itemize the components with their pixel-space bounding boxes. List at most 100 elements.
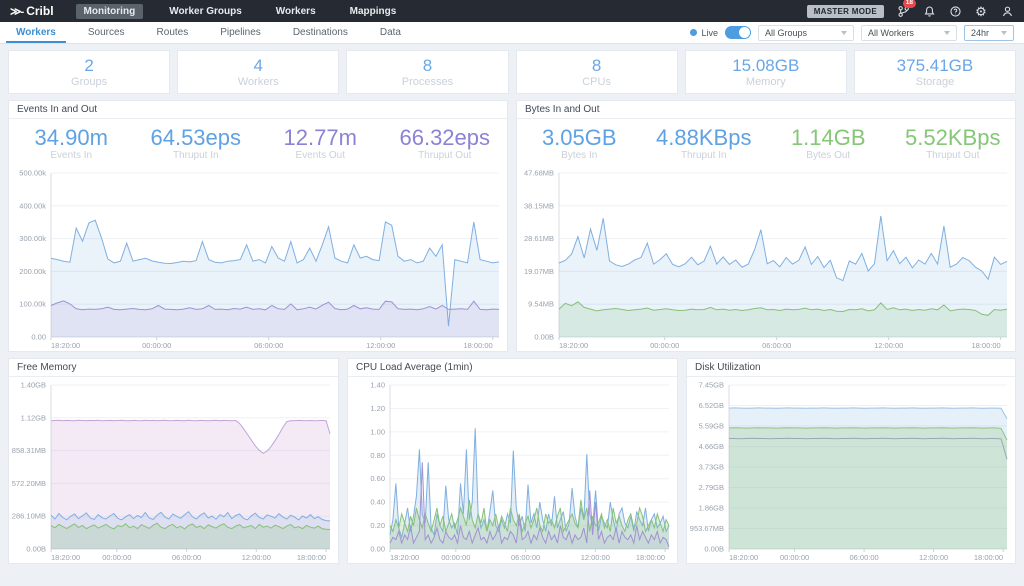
disk-utilization-chart[interactable]: 0.00B953.67MB1.86GB2.79GB3.73GB4.66GB5.5… [687,377,1015,563]
free-memory-title: Free Memory [9,359,338,377]
svg-text:18:20:00: 18:20:00 [51,553,80,562]
bytes-stats: 3.05GB Bytes In 4.88KBps Thruput In 1.14… [517,119,1015,165]
workers-value: 4 [254,56,263,76]
svg-text:38.15MB: 38.15MB [524,201,554,210]
groups-label: Groups [71,76,107,88]
monitoring-sub-navigation: Workers Sources Routes Pipelines Destina… [0,22,1024,44]
chevron-down-icon [841,31,847,35]
svg-text:00:00:00: 00:00:00 [142,341,171,350]
primary-charts-row: Events In and Out 34.90m Events In 64.53… [8,100,1016,352]
svg-text:18:00:00: 18:00:00 [297,553,326,562]
dashboard-content: 2 Groups 4 Workers 8 Processes 8 CPUs 15… [0,44,1024,564]
cpus-card: 8 CPUs [516,50,678,94]
svg-text:0.80: 0.80 [370,451,385,460]
bytes-in-label: Bytes In [517,150,642,161]
svg-text:0.20: 0.20 [370,521,385,530]
bell-icon[interactable] [922,4,936,18]
thruput-in-stat: 64.53eps Thruput In [134,126,259,161]
live-label: Live [701,28,718,38]
svg-text:0.00: 0.00 [31,333,46,342]
time-range-select[interactable]: 24hr [964,25,1014,41]
svg-text:0.40: 0.40 [370,498,385,507]
svg-text:06:00:00: 06:00:00 [511,553,540,562]
svg-text:12:00:00: 12:00:00 [919,553,948,562]
storage-value: 375.41GB [897,56,974,76]
svg-text:100.00k: 100.00k [19,300,46,309]
svg-text:0.00B: 0.00B [534,333,554,342]
live-indicator: Live [690,28,718,38]
nav-item-worker-groups[interactable]: Worker Groups [161,4,250,19]
svg-text:18:20:00: 18:20:00 [729,553,758,562]
tab-destinations[interactable]: Destinations [277,22,364,43]
svg-text:00:00:00: 00:00:00 [650,341,679,350]
bytes-thruput-in-stat: 4.88KBps Thruput In [642,126,767,161]
svg-text:0.00: 0.00 [370,545,385,554]
tab-data[interactable]: Data [364,22,417,43]
svg-text:18:20:00: 18:20:00 [51,341,80,350]
cpu-load-panel: CPU Load Average (1min) 0.000.200.400.60… [347,358,678,564]
thruput-out-label: Thruput Out [383,150,508,161]
nav-item-mappings[interactable]: Mappings [342,4,405,19]
svg-text:200.00k: 200.00k [19,267,46,276]
cpus-label: CPUs [582,76,611,88]
live-toggle[interactable] [725,26,751,39]
svg-text:18:00:00: 18:00:00 [974,553,1003,562]
tab-pipelines[interactable]: Pipelines [204,22,277,43]
events-out-label: Events Out [258,150,383,161]
events-in-out-chart[interactable]: 0.00100.00k200.00k300.00k400.00k500.00k1… [9,165,507,351]
user-icon[interactable] [1000,4,1014,18]
help-icon[interactable] [948,4,962,18]
svg-text:28.61MB: 28.61MB [524,234,554,243]
tab-routes[interactable]: Routes [141,22,205,43]
group-filter-value: All Groups [765,28,807,38]
bytes-thruput-in-value: 4.88KBps [642,126,767,150]
svg-text:12:00:00: 12:00:00 [242,553,271,562]
svg-text:2.79GB: 2.79GB [699,483,724,492]
storage-label: Storage [916,76,955,88]
events-in-out-svg: 0.00100.00k200.00k300.00k400.00k500.00k1… [9,165,507,351]
bytes-in-value: 3.05GB [517,126,642,150]
filter-controls: Live All Groups All Workers 24hr [690,25,1022,41]
tab-sources[interactable]: Sources [72,22,141,43]
svg-text:06:00:00: 06:00:00 [172,553,201,562]
events-out-value: 12.77m [258,126,383,150]
events-stats: 34.90m Events In 64.53eps Thruput In 12.… [9,119,507,165]
cpu-load-average-svg: 0.000.200.400.600.801.001.201.4018:20:00… [348,377,677,563]
master-mode-badge: MASTER MODE [807,5,884,18]
memory-card: 15.08GB Memory [685,50,847,94]
bytes-thruput-out-label: Thruput Out [891,150,1016,161]
bytes-out-stat: 1.14GB Bytes Out [766,126,891,161]
summary-cards-row: 2 Groups 4 Workers 8 Processes 8 CPUs 15… [8,50,1016,94]
bytes-in-out-panel: Bytes In and Out 3.05GB Bytes In 4.88KBp… [516,100,1016,352]
thruput-out-stat: 66.32eps Thruput Out [383,126,508,161]
thruput-in-label: Thruput In [134,150,259,161]
thruput-out-value: 66.32eps [383,126,508,150]
svg-text:300.00k: 300.00k [19,234,46,243]
group-filter-select[interactable]: All Groups [758,25,854,41]
monitoring-tabs: Workers Sources Routes Pipelines Destina… [0,22,417,43]
events-out-stat: 12.77m Events Out [258,126,383,161]
svg-text:572.20MB: 572.20MB [12,479,46,488]
events-panel-title: Events In and Out [9,101,507,119]
nav-item-workers[interactable]: Workers [268,4,324,19]
svg-text:858.31MB: 858.31MB [12,446,46,455]
svg-text:9.54MB: 9.54MB [528,300,554,309]
svg-text:286.10MB: 286.10MB [12,512,46,521]
svg-text:1.40: 1.40 [370,381,385,390]
live-dot-icon [690,29,697,36]
nav-item-monitoring[interactable]: Monitoring [76,4,144,19]
svg-text:6.52GB: 6.52GB [699,401,724,410]
svg-text:1.00: 1.00 [370,428,385,437]
cribl-logo: ≫‑ Cribl [10,4,54,18]
gear-icon[interactable]: ⚙ [974,4,988,18]
worker-filter-value: All Workers [868,28,914,38]
tab-workers[interactable]: Workers [0,22,72,43]
bytes-out-label: Bytes Out [766,150,891,161]
worker-filter-select[interactable]: All Workers [861,25,957,41]
free-memory-chart[interactable]: 0.00B286.10MB572.20MB858.31MB1.12GB1.40G… [9,377,338,563]
cpu-load-chart[interactable]: 0.000.200.400.600.801.001.201.4018:20:00… [348,377,677,563]
git-branch-icon[interactable]: 18 [896,4,910,18]
svg-text:06:00:00: 06:00:00 [254,341,283,350]
svg-text:47.68MB: 47.68MB [524,169,554,178]
bytes-in-out-chart[interactable]: 0.00B9.54MB19.07MB28.61MB38.15MB47.68MB1… [517,165,1015,351]
